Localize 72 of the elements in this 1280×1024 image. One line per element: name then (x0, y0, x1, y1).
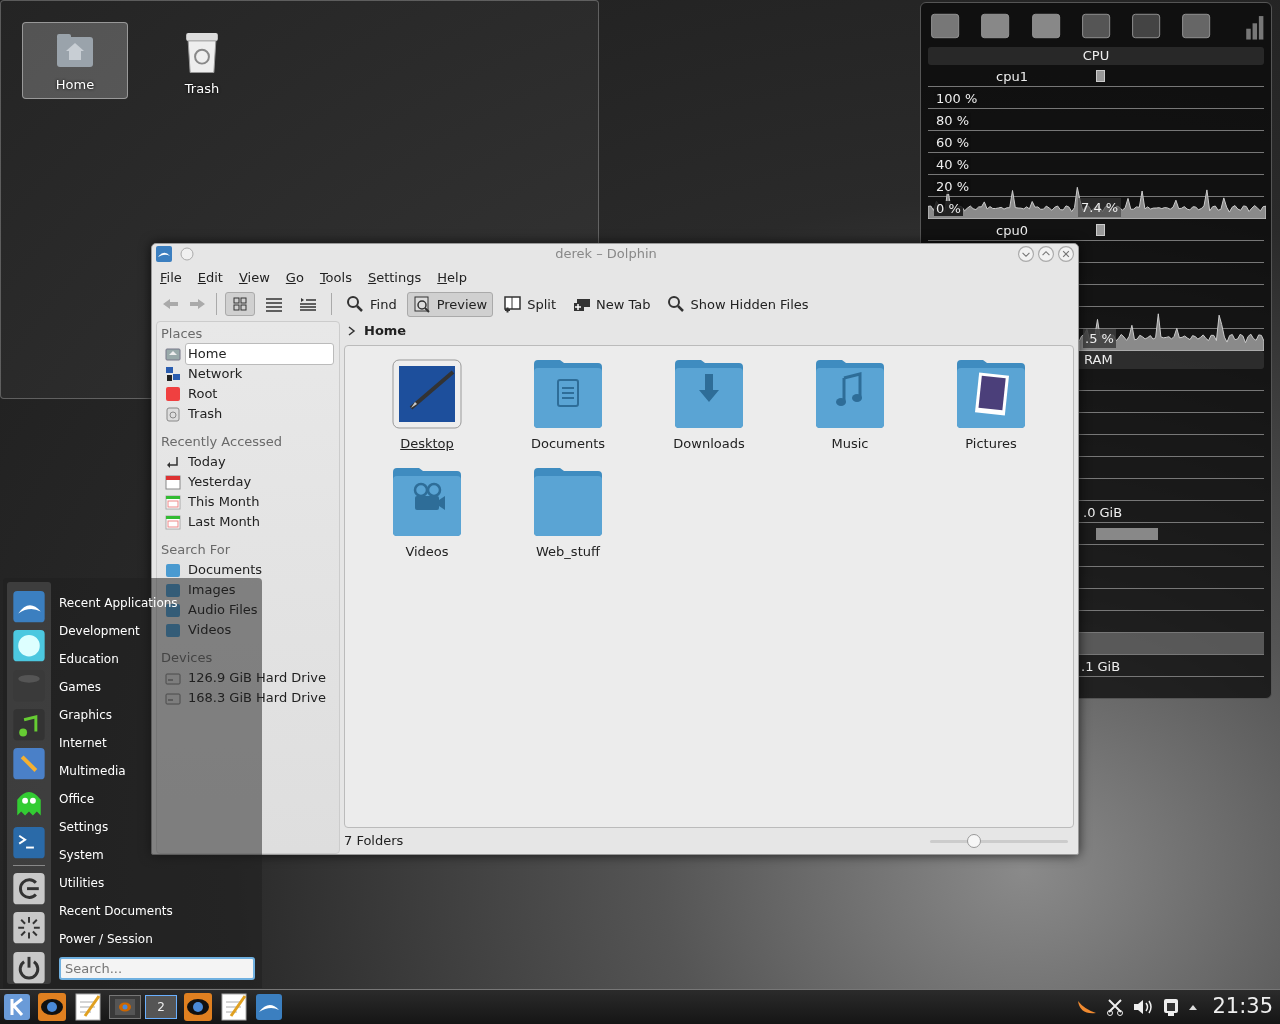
menu-item[interactable]: Tools (319, 268, 352, 288)
cpu-label: cpu1 (996, 69, 1028, 84)
folder-item[interactable]: Videos (367, 466, 487, 574)
folder-item[interactable]: Desktop (367, 358, 487, 466)
sidebar-item[interactable]: Home (185, 343, 334, 365)
folder-item[interactable]: Music (790, 358, 910, 466)
sidebar-item[interactable]: Trash (185, 403, 334, 425)
menu-item[interactable]: File (160, 268, 182, 288)
sidebar-item[interactable]: Documents (185, 559, 334, 581)
sidebar-item[interactable]: 126.9 GiB Hard Drive (185, 667, 334, 689)
folder-item[interactable]: Pictures (931, 358, 1051, 466)
menu-item[interactable]: Settings (367, 268, 422, 288)
menu-item[interactable]: Go (285, 268, 304, 288)
menu-category[interactable]: Recent Applications (59, 589, 178, 617)
menu-category[interactable]: Office (59, 785, 95, 813)
menu-category[interactable]: Settings (59, 813, 109, 841)
sidebar-item[interactable]: Last Month (185, 511, 334, 533)
toolbar-button[interactable]: Show Hidden Files (660, 291, 815, 317)
sidebar-heading: Devices (161, 649, 214, 667)
menu-category[interactable]: Development (59, 617, 140, 645)
menu-category[interactable]: Graphics (59, 701, 112, 729)
status-text: 7 Folders (344, 832, 404, 851)
memory-reading: .0 GiB (1083, 505, 1123, 520)
toolbar-button[interactable]: Find (340, 291, 403, 317)
axis-label: 60 % (934, 135, 972, 150)
menu-category[interactable]: Internet (59, 729, 107, 757)
sidebar-item[interactable]: Images (185, 579, 334, 601)
sidebar-item[interactable]: Network (185, 363, 334, 385)
desktop-pager-cell[interactable]: 2 (145, 995, 177, 1019)
sidebar-heading: Search For (161, 541, 232, 559)
search-field[interactable]: Search... (59, 957, 255, 980)
clock[interactable]: 21:35 (1212, 991, 1273, 1023)
sidebar-item[interactable]: 168.3 GiB Hard Drive (185, 687, 334, 709)
axis-label: 100 % (934, 91, 980, 106)
section-title: RAM (1084, 352, 1113, 367)
menu-item[interactable]: Help (437, 268, 467, 288)
cpu-label: cpu0 (996, 223, 1028, 238)
axis-label: 20 % (934, 179, 972, 194)
sidebar-item[interactable]: Videos (185, 619, 334, 641)
menu-item[interactable]: Edit (197, 268, 223, 288)
folder-item[interactable]: Documents (508, 358, 628, 466)
menu-category[interactable]: Power / Session (59, 925, 153, 953)
folder-item[interactable]: Web_stuff (508, 466, 628, 574)
toolbar-button[interactable]: New Tab (566, 291, 657, 317)
menu-category[interactable]: Recent Documents (59, 897, 173, 925)
desktop-icon[interactable]: Home (22, 22, 128, 99)
sidebar-item[interactable]: This Month (185, 491, 334, 513)
sidebar-item[interactable]: Today (185, 451, 334, 473)
menu-category[interactable]: Multimedia (59, 757, 126, 785)
section-title: CPU (928, 47, 1264, 65)
sidebar-heading: Places (161, 325, 204, 343)
breadcrumb-item[interactable]: Home (364, 321, 407, 341)
menu-category[interactable]: Utilities (59, 869, 105, 897)
menu-category[interactable]: Games (59, 673, 101, 701)
desktop-icon[interactable]: Trash (149, 22, 255, 99)
toolbar-button[interactable]: Split (497, 291, 563, 317)
sidebar-item[interactable]: Yesterday (185, 471, 334, 493)
memory-reading: .1 GiB (1081, 659, 1121, 674)
toolbar-button[interactable]: Preview (406, 291, 494, 317)
menu-category[interactable]: Education (59, 645, 119, 673)
axis-label: 80 % (934, 113, 972, 128)
window-title: derek – Dolphin (555, 245, 657, 264)
axis-label: 40 % (934, 157, 972, 172)
menu-item[interactable]: View (238, 268, 270, 288)
usage-reading: 7.4 % (1078, 197, 1122, 217)
sidebar-heading: Recently Accessed (161, 433, 284, 451)
axis-label: 0 % (934, 201, 963, 216)
usage-reading: .5 % (1083, 328, 1116, 348)
sidebar-item[interactable]: Audio Files (185, 599, 334, 621)
sidebar-item[interactable]: Root (185, 383, 334, 405)
menu-category[interactable]: System (59, 841, 104, 869)
folder-item[interactable]: Downloads (649, 358, 769, 466)
